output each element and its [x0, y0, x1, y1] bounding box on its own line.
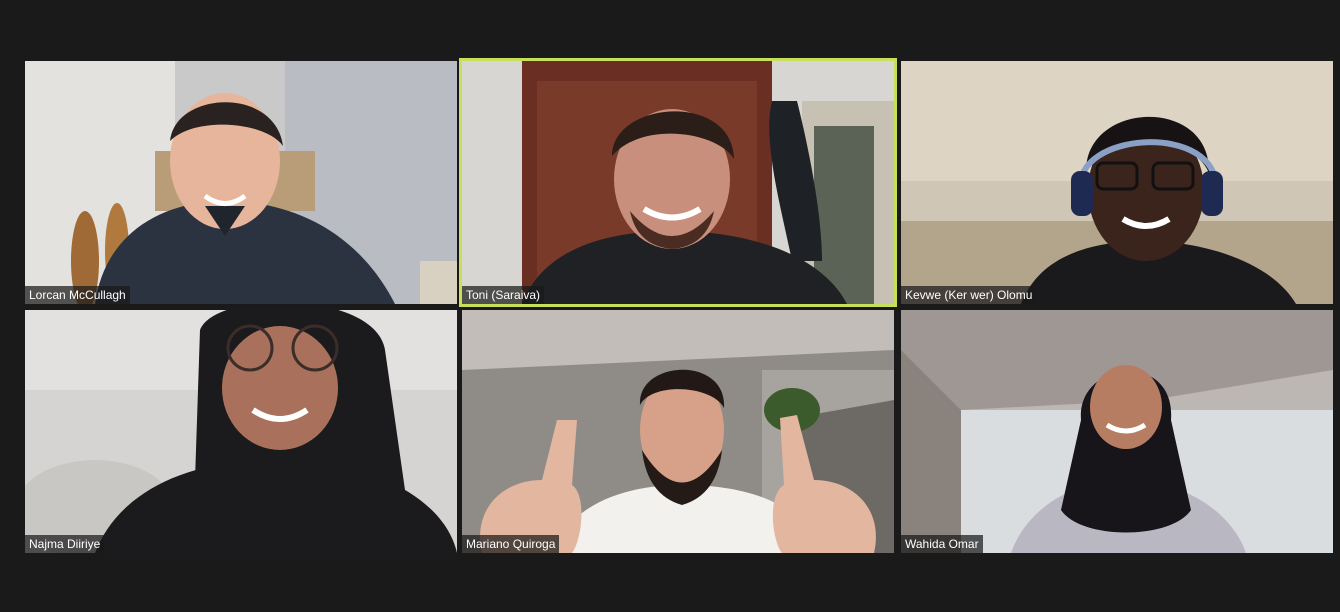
- participant-tile-mariano-quiroga[interactable]: Mariano Quiroga: [462, 310, 894, 553]
- participant-tile-toni-saraiva[interactable]: Toni (Saraiva): [459, 58, 897, 307]
- participant-name-label: Lorcan McCullagh: [25, 286, 130, 304]
- participant-name-label: Wahida Omar: [901, 535, 983, 553]
- participant-tile-lorcan-mccullagh[interactable]: Lorcan McCullagh: [25, 61, 457, 304]
- participant-video-feed: [25, 310, 457, 553]
- participant-name-label: Kevwe (Ker wer) Olomu: [901, 286, 1037, 304]
- participant-video-feed: [901, 310, 1333, 553]
- participant-video-feed: [25, 61, 457, 304]
- participant-name-label: Najma Diiriye: [25, 535, 105, 553]
- participant-tile-najma-diiriye[interactable]: Najma Diiriye: [25, 310, 457, 553]
- participant-video-feed: [901, 61, 1333, 304]
- participant-name-label: Mariano Quiroga: [462, 535, 560, 553]
- participant-video-feed: [462, 310, 894, 553]
- video-gallery: Lorcan McCullagh Toni (Saraiva) Kevwe (K…: [0, 0, 1340, 612]
- participant-name-label: Toni (Saraiva): [462, 286, 545, 304]
- participant-tile-wahida-omar[interactable]: Wahida Omar: [901, 310, 1333, 553]
- participant-tile-kevwe-olomu[interactable]: Kevwe (Ker wer) Olomu: [901, 61, 1333, 304]
- participant-video-feed: [462, 61, 894, 304]
